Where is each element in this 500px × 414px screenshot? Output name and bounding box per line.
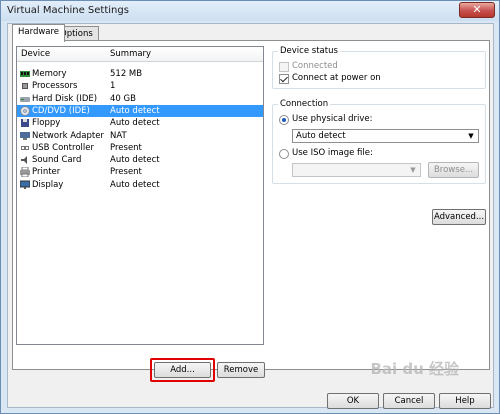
device-summary: NAT (110, 130, 127, 141)
device-name: CD/DVD (IDE) (32, 105, 90, 116)
iso-path-combo[interactable]: ▼ (292, 163, 421, 177)
hard-disk-icon (20, 94, 30, 104)
chevron-down-icon: ▼ (468, 132, 474, 140)
use-iso-radio[interactable] (279, 149, 289, 159)
network-adapter-icon (20, 131, 30, 141)
device-status-group: Device status Connected Connect at power… (272, 46, 486, 89)
physical-drive-value: Auto detect (296, 131, 346, 141)
device-name: Printer (32, 167, 61, 178)
connected-checkbox[interactable] (279, 62, 289, 72)
watermark: Bai du 经验 (370, 360, 459, 378)
device-name: Processors (32, 81, 78, 92)
device-row-hard-disk-ide[interactable]: Hard Disk (IDE) 40 GB (17, 93, 263, 105)
dialog-client: Hardware Options Device Summary Memory 51… (7, 23, 494, 409)
device-summary: Auto detect (110, 118, 160, 129)
device-row-network-adapter[interactable]: Network Adapter NAT (17, 130, 263, 142)
device-summary: Present (110, 142, 142, 153)
column-device[interactable]: Device (21, 49, 50, 59)
close-icon: ✕ (472, 3, 482, 16)
sound-card-icon (20, 155, 30, 165)
device-row-floppy[interactable]: Floppy Auto detect (17, 117, 263, 129)
device-row-sound-card[interactable]: Sound Card Auto detect (17, 154, 263, 166)
processor-icon (20, 81, 30, 91)
device-summary: Auto detect (110, 179, 160, 190)
device-name: Hard Disk (IDE) (32, 93, 98, 104)
device-summary: Auto detect (110, 105, 160, 116)
tab-hardware[interactable]: Hardware (12, 24, 66, 42)
device-name: Display (32, 179, 64, 190)
iso-chevron-down-icon: ▼ (410, 166, 416, 174)
device-row-printer[interactable]: Printer Present (17, 166, 263, 178)
device-row-usb-controller[interactable]: USB Controller Present (17, 142, 263, 154)
device-name: Sound Card (32, 155, 82, 166)
device-list[interactable]: Device Summary Memory 512 MB Processors 1 Ha… (16, 46, 264, 345)
use-physical-drive-radio[interactable] (279, 115, 289, 125)
display-icon (19, 180, 31, 190)
printer-icon (20, 166, 30, 178)
device-list-header: Device Summary (17, 47, 263, 62)
device-row-memory[interactable]: Memory 512 MB (17, 68, 263, 80)
device-row-display[interactable]: Display Auto detect (17, 179, 263, 191)
window-title: Virtual Machine Settings (7, 5, 129, 16)
settings-window: Virtual Machine Settings ✕ Hardware Opti… (0, 0, 500, 414)
device-name: Memory (32, 69, 67, 79)
device-status-title: Device status (278, 46, 340, 56)
connected-label: Connected (292, 61, 338, 71)
device-name: Network Adapter (32, 130, 104, 141)
help-button[interactable]: Help (439, 393, 491, 409)
device-summary: 1 (110, 81, 116, 92)
cd-dvd-icon (20, 105, 30, 116)
device-summary: Present (110, 167, 142, 178)
close-button[interactable]: ✕ (459, 2, 495, 18)
connection-title: Connection (278, 99, 331, 109)
advanced-button[interactable]: Advanced... (432, 209, 486, 225)
column-summary[interactable]: Summary (110, 49, 151, 59)
ok-button[interactable]: OK (327, 393, 379, 409)
device-row-processors[interactable]: Processors 1 (17, 80, 263, 92)
device-name: Floppy (32, 118, 61, 129)
title-bar[interactable]: Virtual Machine Settings ✕ (1, 1, 499, 21)
use-iso-label: Use ISO image file: (292, 148, 373, 158)
use-physical-drive-label: Use physical drive: (292, 114, 373, 124)
add-button-highlight (150, 358, 215, 382)
device-summary: Auto detect (110, 155, 160, 166)
hardware-panel: Device Summary Memory 512 MB Processors 1 Ha… (12, 40, 490, 382)
usb-icon (20, 143, 30, 153)
browse-button[interactable]: Browse... (428, 162, 479, 178)
connect-at-power-on-label: Connect at power on (292, 73, 381, 83)
device-summary: 40 GB (110, 93, 136, 104)
connect-at-power-on-checkbox[interactable] (279, 74, 289, 84)
memory-icon (20, 69, 30, 79)
physical-drive-select[interactable]: Auto detect ▼ (292, 129, 479, 143)
connection-group: Connection Use physical drive: Auto dete… (272, 99, 486, 184)
device-row-cd-dvd-ide[interactable]: CD/DVD (IDE) Auto detect (17, 104, 263, 117)
cancel-button[interactable]: Cancel (383, 393, 435, 409)
device-name: USB Controller (32, 142, 94, 153)
device-summary: 512 MB (110, 69, 143, 79)
tab-hardware-label: Hardware (18, 27, 60, 37)
remove-button[interactable]: Remove (217, 362, 265, 378)
floppy-icon (20, 118, 30, 128)
